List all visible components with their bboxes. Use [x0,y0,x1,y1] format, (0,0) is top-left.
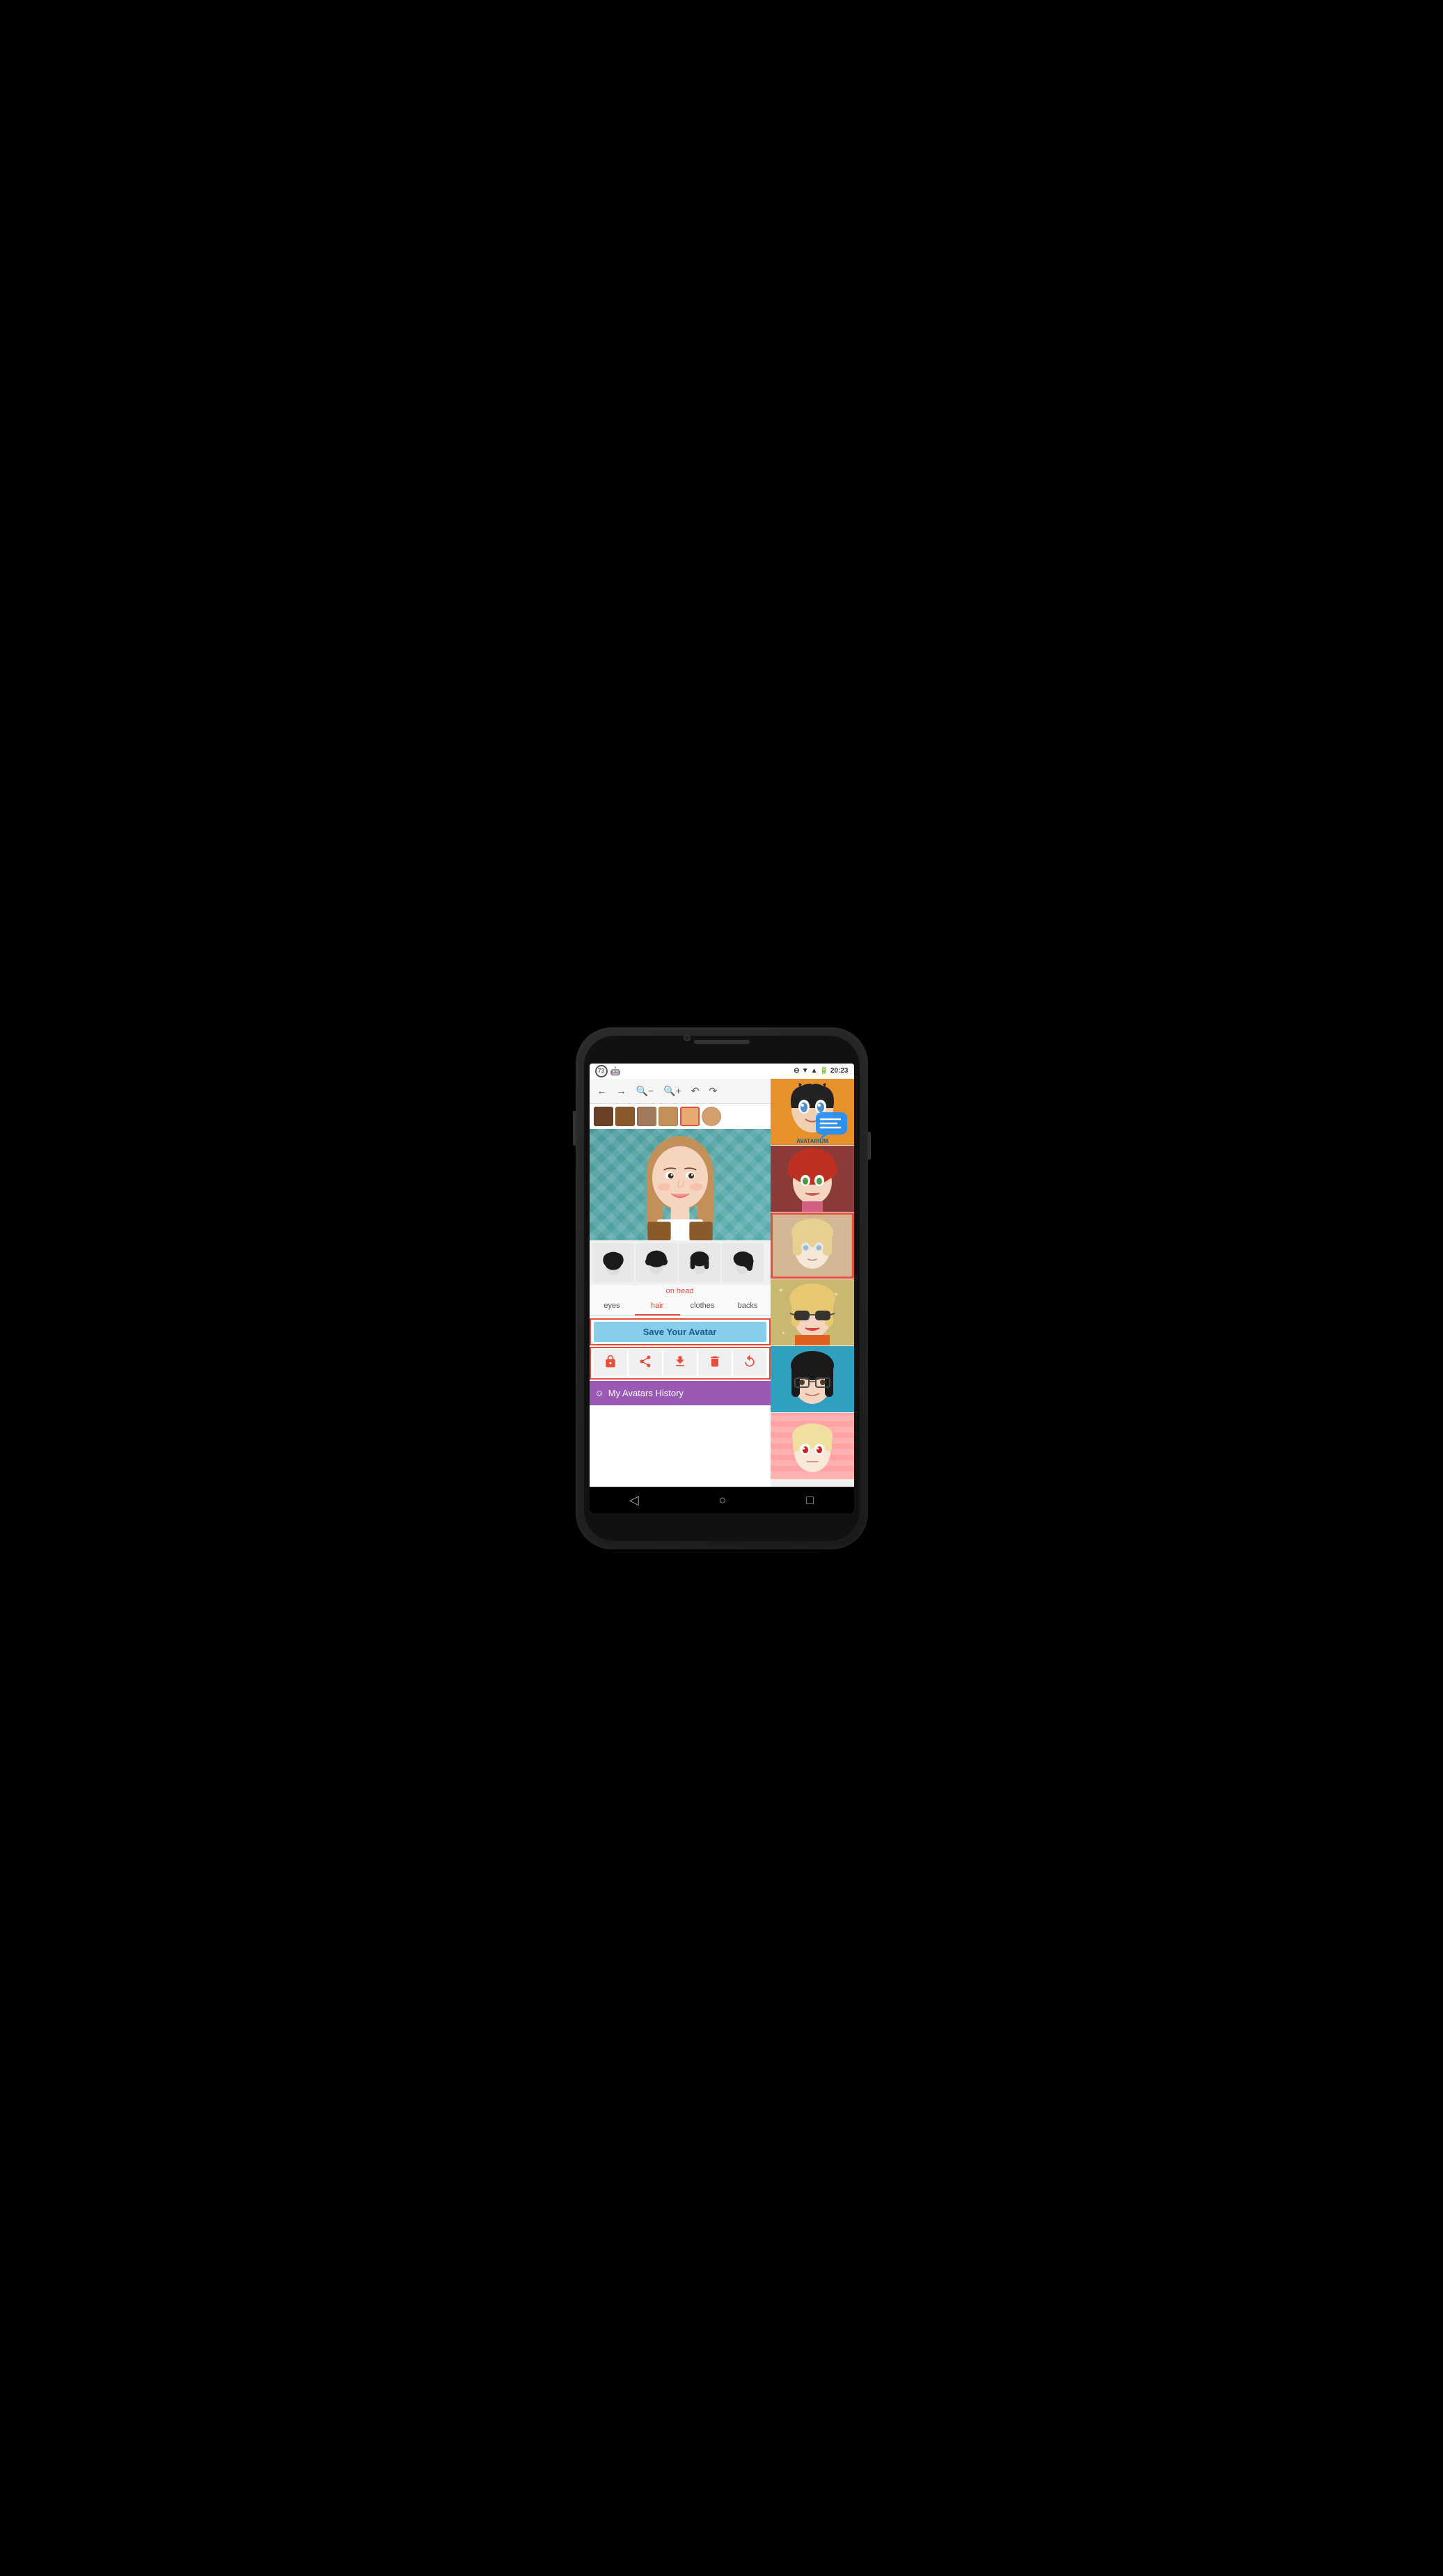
share-button[interactable] [594,1350,627,1376]
nav-bar: ◁ ○ □ [590,1487,854,1513]
action-icons [590,1347,771,1380]
avatarium-svg: AVATARIUM [771,1079,854,1145]
avatar-preview [590,1129,771,1240]
wifi-icon: ▼ [802,1067,809,1075]
reset-button[interactable] [733,1350,766,1376]
signal-icon: ▲ [811,1067,818,1075]
hair-icon-4 [729,1247,757,1278]
swatch-3[interactable] [637,1107,656,1126]
hair-icon-3 [686,1247,713,1278]
avatar-svg [590,1129,771,1240]
phone-inner: 73 🤖 ⊖ ▼ ▲ 🔋 20:23 [584,1036,860,1541]
status-bar: 73 🤖 ⊖ ▼ ▲ 🔋 20:23 [590,1064,854,1079]
zoom-in-button[interactable]: 🔍+ [660,1083,685,1099]
history-icon: ☺ [595,1388,604,1398]
battery-icon: 🔋 [819,1067,828,1075]
minus-icon: ⊖ [794,1067,799,1075]
avatar-thumb-2[interactable] [771,1146,854,1212]
back-button[interactable]: ← [594,1083,610,1098]
hair-option-1[interactable] [592,1243,634,1282]
history-button[interactable]: ☺ My Avatars History [590,1381,771,1405]
save-button-container: Save Your Avatar [590,1318,771,1345]
phone-camera [684,1034,691,1041]
avatar-thumb-6[interactable] [771,1413,854,1479]
avatar-4-svg: ✦ ✦ ✦ [771,1279,854,1345]
hair-option-4[interactable] [722,1243,764,1282]
swatch-6[interactable] [702,1107,721,1126]
hair-option-2[interactable] [636,1243,677,1282]
delete-icon [708,1354,722,1368]
screen: 73 🤖 ⊖ ▼ ▲ 🔋 20:23 [590,1064,854,1513]
share-external-button[interactable] [629,1350,662,1376]
forward-button[interactable]: → [613,1083,630,1098]
swatch-4[interactable] [659,1107,678,1126]
redo-button[interactable]: ↷ [705,1083,720,1099]
status-left: 73 🤖 [595,1065,621,1077]
category-tabs: eyes hair clothes backs [590,1297,771,1316]
status-right: ⊖ ▼ ▲ 🔋 20:23 [794,1067,848,1075]
battery-percent: 73 [595,1065,608,1077]
time-display: 20:23 [830,1067,849,1075]
save-avatar-button[interactable]: Save Your Avatar [594,1322,766,1342]
phone-frame: 73 🤖 ⊖ ▼ ▲ 🔋 20:23 [576,1027,868,1549]
avatar-thumb-5[interactable] [771,1346,854,1412]
toolbar: ← → 🔍− 🔍+ ↶ ↷ [590,1079,771,1104]
power-button [868,1132,871,1160]
content-area: ← → 🔍− 🔍+ ↶ ↷ [590,1079,854,1513]
download-button[interactable] [663,1350,697,1376]
category-label: on head [590,1285,771,1297]
hair-icon-2 [642,1247,670,1278]
avatar-preview-inner [590,1129,771,1240]
reset-icon [743,1354,757,1368]
tab-clothes[interactable]: clothes [680,1297,725,1315]
svg-text:✦: ✦ [781,1330,786,1336]
home-nav-button[interactable]: ○ [708,1490,738,1510]
avatar-3-svg [773,1215,852,1277]
color-swatches [590,1104,771,1129]
download-icon [673,1354,687,1368]
right-panel: AVATARIUM [771,1079,854,1487]
swatch-1[interactable] [594,1107,613,1126]
swatch-5[interactable] [680,1107,700,1126]
hair-options [590,1240,771,1285]
tab-backs[interactable]: backs [725,1297,771,1315]
avatar-5-svg [771,1346,854,1412]
undo-button[interactable]: ↶ [688,1083,703,1099]
recent-nav-button[interactable]: □ [795,1490,825,1510]
android-icon: 🤖 [610,1066,621,1076]
zoom-out-button[interactable]: 🔍− [633,1083,658,1099]
left-panel: ← → 🔍− 🔍+ ↶ ↷ [590,1079,771,1487]
avatar-thumb-4[interactable]: ✦ ✦ ✦ [771,1279,854,1345]
share-icon [604,1354,617,1368]
avatar-6-svg [771,1413,854,1479]
volume-button [573,1111,576,1146]
hair-icon-1 [599,1247,627,1278]
svg-text:AVATARIUM: AVATARIUM [796,1138,828,1144]
swatch-2[interactable] [615,1107,635,1126]
avatar-2-svg [771,1146,854,1212]
history-label: My Avatars History [608,1388,684,1398]
main-section: ← → 🔍− 🔍+ ↶ ↷ [590,1079,854,1487]
tab-eyes[interactable]: eyes [590,1297,635,1315]
back-nav-button[interactable]: ◁ [618,1490,650,1510]
delete-button[interactable] [698,1350,732,1376]
avatar-thumb-3[interactable] [771,1212,854,1279]
share-external-icon [638,1354,652,1368]
avatarium-promo[interactable]: AVATARIUM [771,1079,854,1145]
phone-speaker [694,1040,750,1044]
hair-option-3[interactable] [679,1243,720,1282]
tab-hair[interactable]: hair [635,1297,680,1315]
svg-text:✦: ✦ [778,1286,784,1295]
